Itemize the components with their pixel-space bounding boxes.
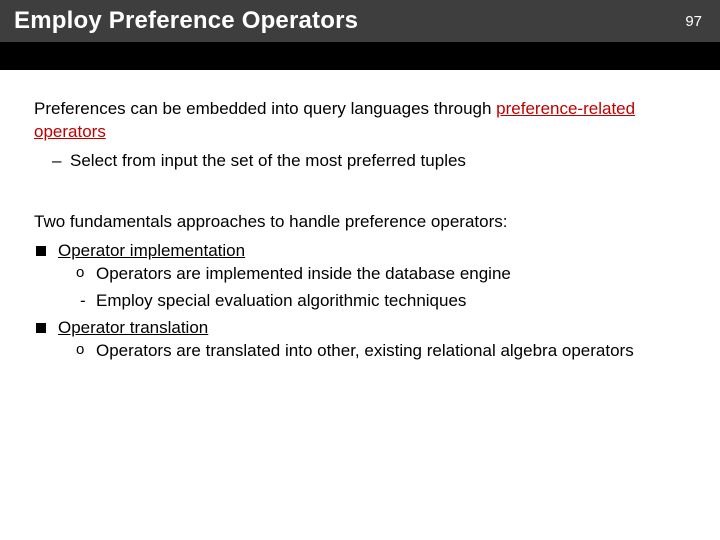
approach-translation-label: Operator translation (58, 318, 208, 337)
header-underline (0, 42, 720, 70)
approach-translation-details: Operators are translated into other, exi… (76, 340, 690, 363)
intro-paragraph: Preferences can be embedded into query l… (34, 98, 690, 144)
approach-implementation-detail: Operators are implemented inside the dat… (76, 263, 690, 286)
approach-implementation-subdetail: Employ special evaluation algorithmic te… (80, 290, 690, 313)
intro-bullets: Select from input the set of the most pr… (52, 150, 690, 173)
page-number: 97 (685, 13, 702, 30)
approaches-paragraph: Two fundamentals approaches to handle pr… (34, 211, 690, 234)
intro-bullet-item: Select from input the set of the most pr… (52, 150, 690, 173)
slide-body: Preferences can be embedded into query l… (0, 70, 720, 362)
approach-implementation-subdetails: Employ special evaluation algorithmic te… (80, 290, 690, 313)
approach-implementation-label: Operator implementation (58, 241, 245, 260)
approach-item-translation: Operator translation Operators are trans… (34, 317, 690, 363)
approaches-list: Operator implementation Operators are im… (34, 240, 690, 363)
slide-title: Employ Preference Operators (14, 7, 358, 35)
intro-text: Preferences can be embedded into query l… (34, 99, 496, 118)
approach-translation-detail: Operators are translated into other, exi… (76, 340, 690, 363)
slide-header: Employ Preference Operators 97 (0, 0, 720, 42)
approach-implementation-details: Operators are implemented inside the dat… (76, 263, 690, 286)
approach-item-implementation: Operator implementation Operators are im… (34, 240, 690, 313)
